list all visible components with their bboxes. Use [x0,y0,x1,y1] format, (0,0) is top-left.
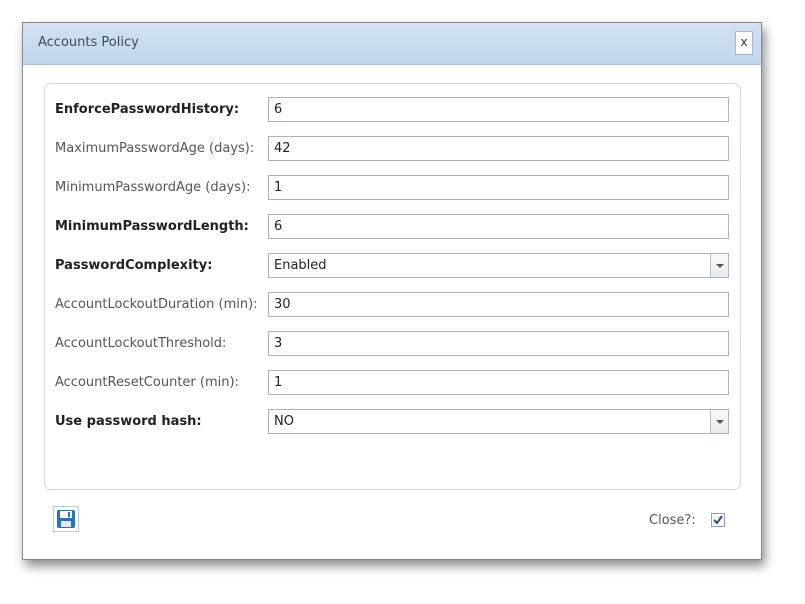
account-lockout-threshold-input[interactable]: 3 [268,331,729,356]
chevron-down-icon[interactable] [710,254,728,277]
maximum-password-age-input[interactable]: 42 [268,136,729,161]
minimum-password-length-input[interactable]: 6 [268,214,729,239]
field-label: EnforcePasswordHistory: [55,102,240,117]
field-label: MinimumPasswordAge (days): [55,180,251,195]
save-button[interactable] [53,506,79,532]
form-row-minimum-password-age: MinimumPasswordAge (days): 1 [55,175,731,201]
field-label: MinimumPasswordLength: [55,219,249,234]
form-row-minimum-password-length: MinimumPasswordLength: 6 [55,214,731,240]
field-label: PasswordComplexity: [55,258,213,273]
account-reset-counter-input[interactable]: 1 [268,370,729,395]
close-on-save-label: Close?: [649,513,696,528]
close-on-save-checkbox[interactable] [711,513,725,527]
form-row-password-complexity: PasswordComplexity: Enabled [55,253,731,279]
form-row-enforce-password-history: EnforcePasswordHistory: 6 [55,97,731,123]
form-row-account-lockout-threshold: AccountLockoutThreshold: 3 [55,331,731,357]
dialog-title: Accounts Policy [38,35,139,50]
enforce-password-history-input[interactable]: 6 [268,97,729,122]
dialog-titlebar[interactable]: Accounts Policy x [23,23,761,65]
use-password-hash-select[interactable]: NO [268,409,729,434]
chevron-down-icon[interactable] [710,410,728,433]
selected-value: NO [274,414,294,429]
field-label: AccountLockoutThreshold: [55,336,227,351]
form-row-use-password-hash: Use password hash: NO [55,409,731,435]
field-label: AccountLockoutDuration (min): [55,297,258,312]
form-row-account-lockout-duration: AccountLockoutDuration (min): 30 [55,292,731,318]
minimum-password-age-input[interactable]: 1 [268,175,729,200]
field-label: MaximumPasswordAge (days): [55,141,255,156]
field-label: AccountResetCounter (min): [55,375,239,390]
field-label: Use password hash: [55,414,202,429]
form-row-maximum-password-age: MaximumPasswordAge (days): 42 [55,136,731,162]
accounts-policy-dialog: Accounts Policy x EnforcePasswordHistory… [22,22,762,560]
close-dialog-button[interactable]: x [735,31,753,55]
form-row-account-reset-counter: AccountResetCounter (min): 1 [55,370,731,396]
selected-value: Enabled [274,258,327,273]
floppy-disk-icon [57,510,75,528]
password-complexity-select[interactable]: Enabled [268,253,729,278]
checkmark-icon [713,515,723,525]
account-lockout-duration-input[interactable]: 30 [268,292,729,317]
